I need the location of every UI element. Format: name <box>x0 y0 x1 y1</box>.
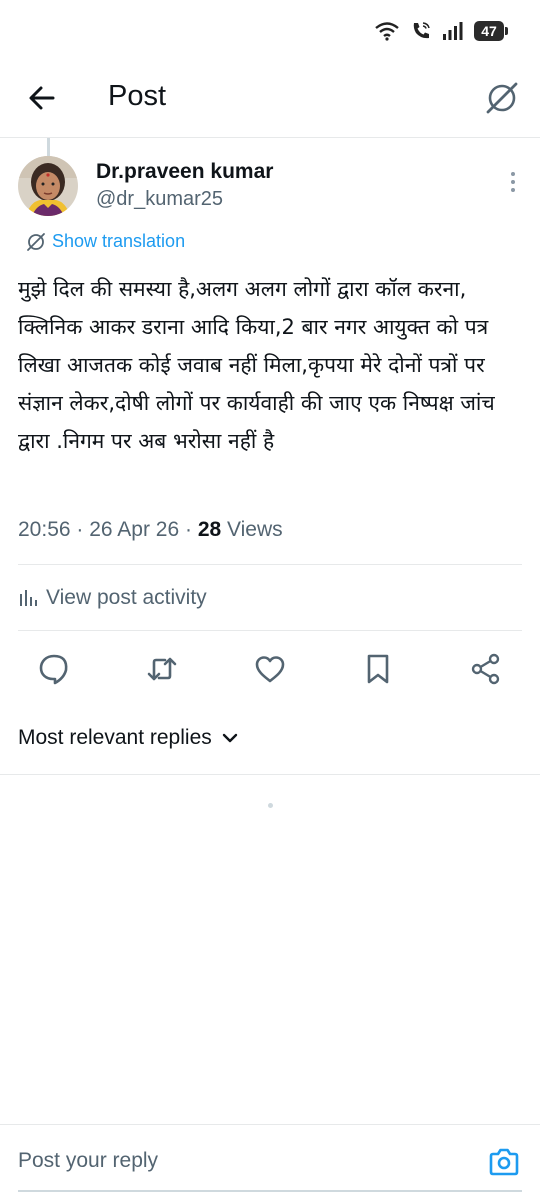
post-time: 20:56 <box>18 518 71 541</box>
show-translation-button[interactable]: Show translation <box>26 231 185 252</box>
grok-translate-icon <box>27 232 45 251</box>
status-bar: 47 <box>0 0 540 64</box>
divider <box>18 630 522 631</box>
author-handle[interactable]: @dr_kumar25 <box>96 188 223 211</box>
wifi-calling-icon <box>413 22 430 39</box>
replies-sort-dropdown[interactable]: Most relevant replies <box>18 726 238 750</box>
bookmark-icon[interactable] <box>361 652 395 686</box>
views-count: 28 <box>197 518 222 541</box>
thread-line <box>47 138 50 156</box>
views-label: Views <box>227 518 283 541</box>
more-options-icon[interactable] <box>508 170 518 194</box>
post-date: 26 Apr 26 <box>89 518 180 541</box>
meta-separator: · <box>76 518 90 541</box>
post-metadata: 20:56 · 26 Apr 26 · 28 Views <box>18 518 283 542</box>
divider <box>18 564 522 565</box>
signal-icon <box>443 22 463 40</box>
repost-icon[interactable] <box>145 652 179 686</box>
chevron-down-icon <box>222 733 237 743</box>
analytics-icon <box>20 590 37 606</box>
page-title: Post <box>108 80 167 112</box>
loading-indicator <box>268 803 273 808</box>
share-icon[interactable] <box>469 652 503 686</box>
view-post-activity-button[interactable]: View post activity <box>18 586 207 610</box>
status-icons: 47 <box>374 20 508 42</box>
reply-underline <box>18 1190 522 1192</box>
author-display-name[interactable]: Dr.praveen kumar <box>96 160 273 184</box>
divider <box>0 774 540 775</box>
wifi-icon <box>375 22 399 41</box>
reply-input[interactable] <box>18 1149 458 1173</box>
post-text: मुझे दिल की समस्या है,अलग अलग लोगों द्वा… <box>18 277 495 453</box>
reply-composer <box>0 1124 540 1200</box>
show-translation-label: Show translation <box>52 231 186 251</box>
post-action-bar <box>0 648 540 688</box>
reply-icon[interactable] <box>37 652 71 686</box>
top-app-bar: Post <box>0 64 540 138</box>
view-post-activity-label: View post activity <box>46 586 207 609</box>
camera-icon[interactable] <box>488 1147 520 1177</box>
avatar[interactable] <box>18 156 78 216</box>
meta-separator: · <box>184 518 198 541</box>
replies-sort-label: Most relevant replies <box>18 726 212 749</box>
like-icon[interactable] <box>253 652 287 686</box>
battery-icon: 47 <box>474 21 508 41</box>
back-arrow-icon[interactable] <box>26 82 58 114</box>
grok-icon[interactable] <box>484 80 520 116</box>
